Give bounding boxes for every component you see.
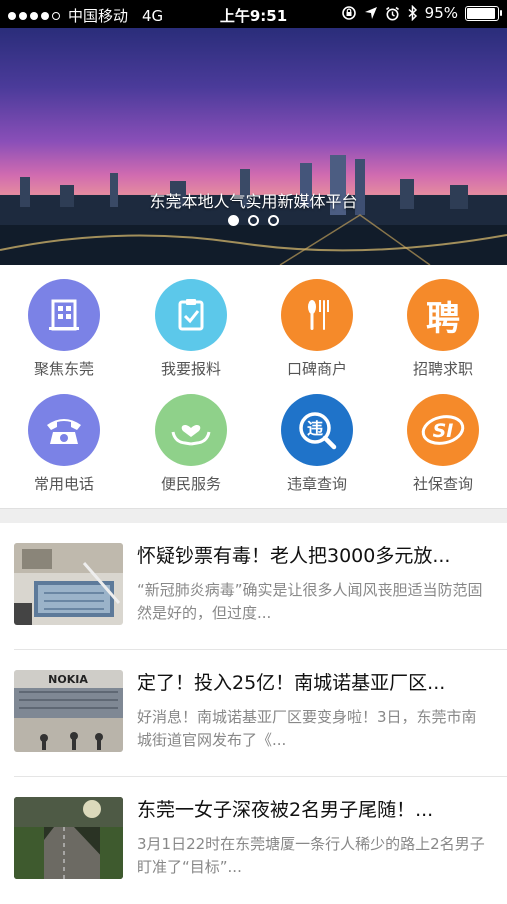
shortcut-label: 我要报料 — [160, 360, 221, 378]
news-summary: “新冠肺炎病毒”确实是让很多人闻风丧胆适当防范固然是好的，但过度... — [137, 581, 483, 622]
news-summary: 3月1日22时在东莞塘厦一条行人稀少的路上2名男子盯准了“目标”... — [137, 835, 485, 876]
shortcut-phone[interactable]: 常用电话 — [1, 394, 127, 494]
news-title[interactable]: 定了！投入25亿！南城诺基亚厂区... — [137, 668, 489, 695]
shortcut-services[interactable]: 便民服务 — [128, 394, 254, 494]
status-bar: 中国移动 4G 上午9:51 95% — [0, 0, 507, 28]
building-icon — [28, 279, 100, 351]
shortcut-label: 社保查询 — [412, 475, 473, 493]
pager-dot-1[interactable] — [228, 215, 239, 226]
night-street-thumb — [14, 797, 123, 879]
telephone-icon — [28, 394, 100, 466]
social-security-icon: SI — [407, 394, 479, 466]
location-arrow-icon — [364, 7, 377, 19]
fork-knife-icon — [281, 279, 353, 351]
battery-percent: 95% — [424, 4, 458, 22]
shortcut-label: 便民服务 — [160, 475, 221, 493]
shortcut-grid: 聚焦东莞 我要报料 口碑商户 聘 招聘求职 常用电话 便民服务 违 违章查询 S… — [0, 265, 507, 508]
section-separator — [0, 508, 507, 523]
news-summary: 好消息！南城诺基亚厂区要变身啦！3日，东莞市南城街道官网发布了《... — [137, 708, 477, 749]
heart-hands-icon — [155, 394, 227, 466]
shortcut-report[interactable]: 我要报料 — [128, 279, 254, 379]
money-drying-thumb — [14, 543, 123, 625]
clipboard-check-icon — [155, 279, 227, 351]
shortcut-social-security[interactable]: SI 社保查询 — [380, 394, 506, 494]
shortcut-merchants[interactable]: 口碑商户 — [254, 279, 380, 379]
carousel-pager[interactable] — [0, 215, 507, 226]
rotation-lock-icon — [341, 6, 356, 20]
recruit-char-icon: 聘 — [407, 279, 479, 351]
news-title[interactable]: 怀疑钞票有毒！老人把3000多元放... — [137, 541, 489, 568]
news-item[interactable]: NOKIA 定了！投入25亿！南城诺基亚厂区... 好消息！南城诺基亚厂区要变身… — [0, 650, 507, 777]
svg-text:NOKIA: NOKIA — [48, 673, 88, 686]
shortcut-violation-check[interactable]: 违 违章查询 — [254, 394, 380, 494]
battery-icon — [465, 5, 502, 21]
banner-caption: 东莞本地人气实用新媒体平台 — [149, 192, 358, 211]
news-item[interactable]: 怀疑钞票有毒！老人把3000多元放... “新冠肺炎病毒”确实是让很多人闻风丧胆… — [0, 523, 507, 650]
svg-text:SI: SI — [433, 420, 454, 442]
shortcut-focus-dongguan[interactable]: 聚焦东莞 — [1, 279, 127, 379]
news-item[interactable]: 东莞一女子深夜被2名男子尾随！... 3月1日22时在东莞塘厦一条行人稀少的路上… — [0, 777, 507, 904]
shortcut-label: 招聘求职 — [412, 360, 473, 378]
nokia-building-thumb: NOKIA — [14, 670, 123, 752]
violation-search-icon: 违 — [281, 394, 353, 466]
pager-dot-3[interactable] — [268, 215, 279, 226]
svg-text:违: 违 — [307, 419, 323, 438]
shortcut-label: 违章查询 — [286, 475, 347, 493]
shortcut-label: 口碑商户 — [286, 360, 347, 378]
pager-dot-2[interactable] — [248, 215, 259, 226]
banner-carousel[interactable]: 东莞本地人气实用新媒体平台 — [0, 28, 507, 265]
shortcut-label: 常用电话 — [33, 475, 94, 493]
alarm-icon — [385, 6, 399, 20]
shortcut-recruitment[interactable]: 聘 招聘求职 — [380, 279, 506, 379]
bluetooth-icon — [408, 5, 417, 21]
shortcut-label: 聚焦东莞 — [33, 360, 94, 378]
news-title[interactable]: 东莞一女子深夜被2名男子尾随！... — [137, 795, 489, 822]
